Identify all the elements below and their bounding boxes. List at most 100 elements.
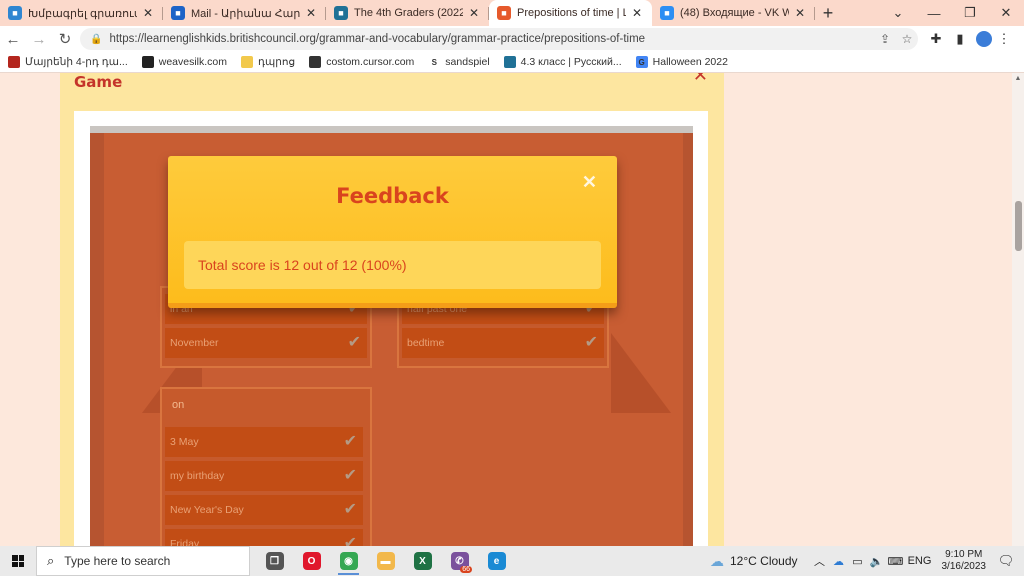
side-panel-icon[interactable]: ▮ xyxy=(948,31,972,47)
language-indicator[interactable]: ENG xyxy=(907,555,933,567)
folder-icon xyxy=(241,56,254,68)
forward-button[interactable]: → xyxy=(26,26,52,52)
bookmark-label: Halloween 2022 xyxy=(652,56,728,68)
taskbar-app-task-view[interactable]: ❐ xyxy=(256,546,293,576)
item-label: bedtime xyxy=(407,337,445,349)
search-icon: ⌕ xyxy=(47,553,55,568)
tab-title: (48) Входящие - VK WorkMa... xyxy=(680,7,789,19)
score-box: Total score is 12 out of 12 (100%) xyxy=(184,241,601,289)
taskbar-app-opera[interactable]: O xyxy=(293,546,330,576)
bookmark-item[interactable]: Ssandspiel xyxy=(428,56,490,68)
reload-button[interactable]: ↻ xyxy=(52,26,78,52)
browser-tab[interactable]: ■ (48) Входящие - VK WorkMa... ✕ xyxy=(652,0,815,26)
minimize-button[interactable]: — xyxy=(916,0,952,26)
new-tab-button[interactable]: + xyxy=(815,0,841,26)
excel-icon: X xyxy=(413,552,432,570)
volume-icon[interactable]: 🔈 xyxy=(869,555,885,568)
clock-date: 3/16/2023 xyxy=(941,561,987,572)
bookmark-star-icon[interactable]: ☆ xyxy=(896,32,918,46)
browser-tab[interactable]: ■ The 4th Graders (2022-2023) ✕ xyxy=(326,0,489,26)
taskbar-search[interactable]: ⌕ Type here to search xyxy=(36,546,250,576)
score-text: Total score is 12 out of 12 (100%) xyxy=(198,257,407,273)
drop-item[interactable]: 3 May ✔ xyxy=(165,427,363,457)
drop-item[interactable]: New Year's Day ✔ xyxy=(165,495,363,525)
lock-icon[interactable]: 🔒 xyxy=(90,34,102,45)
clock[interactable]: 9:10 PM 3/16/2023 xyxy=(942,549,987,573)
bookmark-item[interactable]: Մայրենի 4-րդ դա... xyxy=(8,56,128,68)
restore-button[interactable]: ❐ xyxy=(952,0,988,26)
url-text[interactable]: https://learnenglishkids.britishcouncil.… xyxy=(109,33,874,45)
google-icon: G xyxy=(635,56,648,68)
back-button[interactable]: ← xyxy=(0,26,26,52)
chevron-up-icon[interactable]: ︿ xyxy=(812,553,828,569)
browser-tab[interactable]: ■ Mail - Արիանա Հարությու... ✕ xyxy=(163,0,326,26)
tab-separator xyxy=(814,7,815,20)
close-tab-icon[interactable]: ✕ xyxy=(304,6,318,20)
game-top-bar xyxy=(90,126,693,133)
network-icon[interactable]: ▭ xyxy=(850,555,866,568)
input-icon[interactable]: ⌨ xyxy=(888,555,904,568)
taskbar-app-chrome[interactable]: ◉ xyxy=(330,546,367,576)
tab-search-icon[interactable]: ⌄ xyxy=(880,0,916,26)
check-icon: ✔ xyxy=(343,501,357,518)
menu-icon[interactable]: ⋮ xyxy=(992,31,1016,47)
browser-tab[interactable]: ■ Խմբագրել գրառումը ‹ Սր... ✕ xyxy=(0,0,163,26)
search-placeholder: Type here to search xyxy=(64,554,171,568)
taskbar-app-excel[interactable]: X xyxy=(404,546,441,576)
start-button[interactable] xyxy=(0,546,36,576)
opera-icon: O xyxy=(302,552,321,570)
category-label: on xyxy=(172,399,185,411)
bookmark-item[interactable]: G Halloween 2022 xyxy=(635,56,728,68)
share-icon[interactable]: ⇪ xyxy=(874,32,896,46)
scroll-up-arrow[interactable]: ▲ xyxy=(1012,75,1024,82)
page-scrollbar[interactable]: ▲ xyxy=(1012,73,1024,546)
tab-title: Խմբագրել գրառումը ‹ Սր... xyxy=(28,7,137,20)
taskbar: ⌕ Type here to search ❐ O ◉ ▬ X ✆ 66 e ☁ 12°C C… xyxy=(0,546,1024,576)
close-tab-icon[interactable]: ✕ xyxy=(630,6,644,20)
bookmark-item[interactable]: costom.cursor.com xyxy=(309,56,414,68)
vk-workmail-icon: ■ xyxy=(660,6,674,20)
drop-item[interactable]: November ✔ xyxy=(165,328,367,358)
game-card: Game ✕ in an ✔ November ✔ half past one xyxy=(60,73,724,546)
drop-item[interactable]: bedtime ✔ xyxy=(402,328,604,358)
check-icon: ✔ xyxy=(343,535,357,546)
bookmark-item[interactable]: դպրոց xyxy=(241,56,295,68)
page-viewport: Game ✕ in an ✔ November ✔ half past one xyxy=(0,73,1024,546)
bookmark-item[interactable]: 4.3 класс | Русский... xyxy=(503,56,622,68)
card-close-icon[interactable]: ✕ xyxy=(693,73,708,86)
close-tab-icon[interactable]: ✕ xyxy=(793,6,807,20)
taskbar-app-edge[interactable]: e xyxy=(478,546,515,576)
clock-time: 9:10 PM xyxy=(945,549,983,560)
close-window-button[interactable]: ✕ xyxy=(988,0,1024,26)
notifications-icon[interactable]: 🗨 xyxy=(996,553,1016,569)
taskbar-app-viber[interactable]: ✆ 66 xyxy=(441,546,478,576)
book-icon xyxy=(8,56,20,68)
drop-item[interactable]: Friday ✔ xyxy=(165,529,363,546)
close-tab-icon[interactable]: ✕ xyxy=(467,6,481,20)
extensions-icon[interactable]: ✚ xyxy=(924,31,948,47)
taskbar-app-file-explorer[interactable]: ▬ xyxy=(367,546,404,576)
item-label: November xyxy=(170,337,219,349)
close-tab-icon[interactable]: ✕ xyxy=(141,6,155,20)
bookmark-label: sandspiel xyxy=(445,56,490,68)
file-explorer-icon: ▬ xyxy=(376,552,395,570)
wordpress-icon xyxy=(503,56,516,68)
browser-tab[interactable]: ■ Prepositions of time | LearnE... ✕ xyxy=(489,0,652,26)
outlook-icon: ■ xyxy=(171,6,185,20)
drop-item[interactable]: my birthday ✔ xyxy=(165,461,363,491)
profile-avatar[interactable] xyxy=(976,31,992,47)
bookmark-label: costom.cursor.com xyxy=(326,56,415,68)
modal-close-icon[interactable]: ✕ xyxy=(582,172,597,193)
card-title: Game xyxy=(74,73,123,91)
scroll-thumb[interactable] xyxy=(1015,201,1022,251)
check-icon: ✔ xyxy=(343,467,357,484)
item-label: 3 May xyxy=(170,436,199,448)
edge-icon: e xyxy=(487,552,506,570)
check-icon: ✔ xyxy=(347,334,361,351)
address-bar[interactable]: 🔒 https://learnenglishkids.britishcounci… xyxy=(80,28,918,50)
bookmark-item[interactable]: weavesilk.com xyxy=(141,56,227,68)
item-label: my birthday xyxy=(170,470,225,482)
windows-logo-icon xyxy=(12,555,24,567)
onedrive-icon[interactable]: ☁ xyxy=(831,555,847,568)
weather-widget[interactable]: ☁ 12°C Cloudy xyxy=(710,553,798,570)
